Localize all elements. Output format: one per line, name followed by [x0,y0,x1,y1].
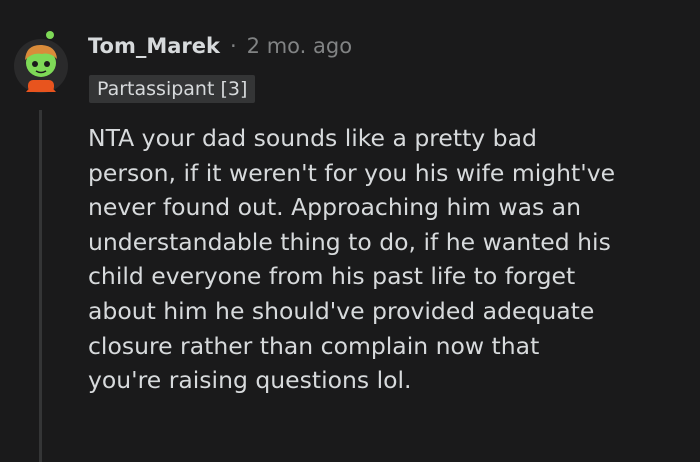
comment-body-line: understandable thing to do, if he wanted… [88,227,611,256]
comment-body-line: closure rather than complain now that [88,331,540,360]
snoo-avatar-icon [14,31,68,93]
meta-separator: · [229,34,237,58]
comment-body-line: about him he should've provided adequate [88,296,595,325]
thread-line[interactable] [39,110,42,462]
comment-body-line: person, if it weren't for you his wife m… [88,158,616,187]
comment-body-line: never found out. Approaching him was an [88,193,581,222]
comment-body-line: you're raising questions lol. [88,366,412,395]
comment-header: Tom_Marek · 2 mo. ago [88,34,352,58]
user-avatar[interactable] [12,30,70,94]
author-username[interactable]: Tom_Marek [88,34,220,58]
comment-timestamp[interactable]: 2 mo. ago [247,34,352,58]
comment-body-line: NTA your dad sounds like a pretty bad [88,124,537,152]
comment-body: NTA your dad sounds like a pretty bad pe… [88,121,688,398]
comment-body-line: child everyone from his past life to for… [88,262,576,291]
user-flair: Partassipant [3] [89,75,256,103]
